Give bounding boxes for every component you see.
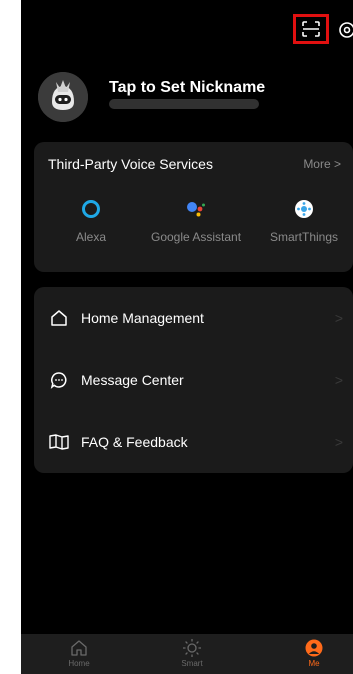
avatar[interactable] xyxy=(38,72,88,122)
google-assistant-service[interactable]: Google Assistant xyxy=(151,198,241,244)
menu-item-home-management[interactable]: Home Management > xyxy=(34,287,353,349)
settings-icon xyxy=(339,22,353,38)
menu-item-faq-feedback[interactable]: FAQ & Feedback > xyxy=(34,411,353,473)
account-email-blurred xyxy=(109,99,259,109)
smartthings-label: SmartThings xyxy=(269,230,339,244)
alexa-icon xyxy=(82,200,100,218)
alexa-label: Alexa xyxy=(75,230,107,244)
scan-button[interactable] xyxy=(293,14,329,44)
settings-button[interactable] xyxy=(337,20,353,40)
book-icon xyxy=(49,434,69,450)
menu-card: Home Management > Message Center > FAQ &… xyxy=(34,287,353,473)
chevron-right-icon: > xyxy=(334,310,343,326)
chevron-right-icon: > xyxy=(334,434,343,450)
menu-item-label: FAQ & Feedback xyxy=(81,434,188,450)
home-outline-icon xyxy=(71,640,87,656)
alexa-service[interactable]: Alexa xyxy=(46,198,136,244)
sun-icon xyxy=(183,639,201,657)
nav-tab-smart[interactable]: Smart xyxy=(162,638,222,668)
nav-tab-me[interactable]: Me xyxy=(284,638,344,668)
nickname-link[interactable]: Tap to Set Nickname xyxy=(109,79,265,97)
bottom-nav: Home Smart Me xyxy=(21,634,353,674)
home-icon xyxy=(51,310,67,326)
nav-label-home: Home xyxy=(68,659,90,668)
person-icon xyxy=(305,639,323,657)
robot-avatar-icon xyxy=(38,72,88,122)
menu-item-label: Home Management xyxy=(81,310,204,326)
voice-services-title: Third-Party Voice Services xyxy=(48,156,213,172)
menu-item-message-center[interactable]: Message Center > xyxy=(34,349,353,411)
google-assistant-label: Google Assistant xyxy=(151,230,242,244)
nav-label-smart: Smart xyxy=(181,659,203,668)
menu-item-label: Message Center xyxy=(81,372,184,388)
voice-services-card: Third-Party Voice Services More > Alexa … xyxy=(34,142,353,272)
google-assistant-icon xyxy=(187,202,205,217)
app-screen: Tap to Set Nickname Third-Party Voice Se… xyxy=(21,0,353,674)
nav-tab-home[interactable]: Home xyxy=(49,638,109,668)
message-icon xyxy=(50,372,67,389)
scan-icon xyxy=(302,21,320,37)
more-link[interactable]: More > xyxy=(303,157,341,171)
smartthings-service[interactable]: SmartThings xyxy=(259,198,349,244)
smartthings-icon xyxy=(295,200,313,218)
nav-label-me: Me xyxy=(308,659,320,668)
chevron-right-icon: > xyxy=(334,372,343,388)
